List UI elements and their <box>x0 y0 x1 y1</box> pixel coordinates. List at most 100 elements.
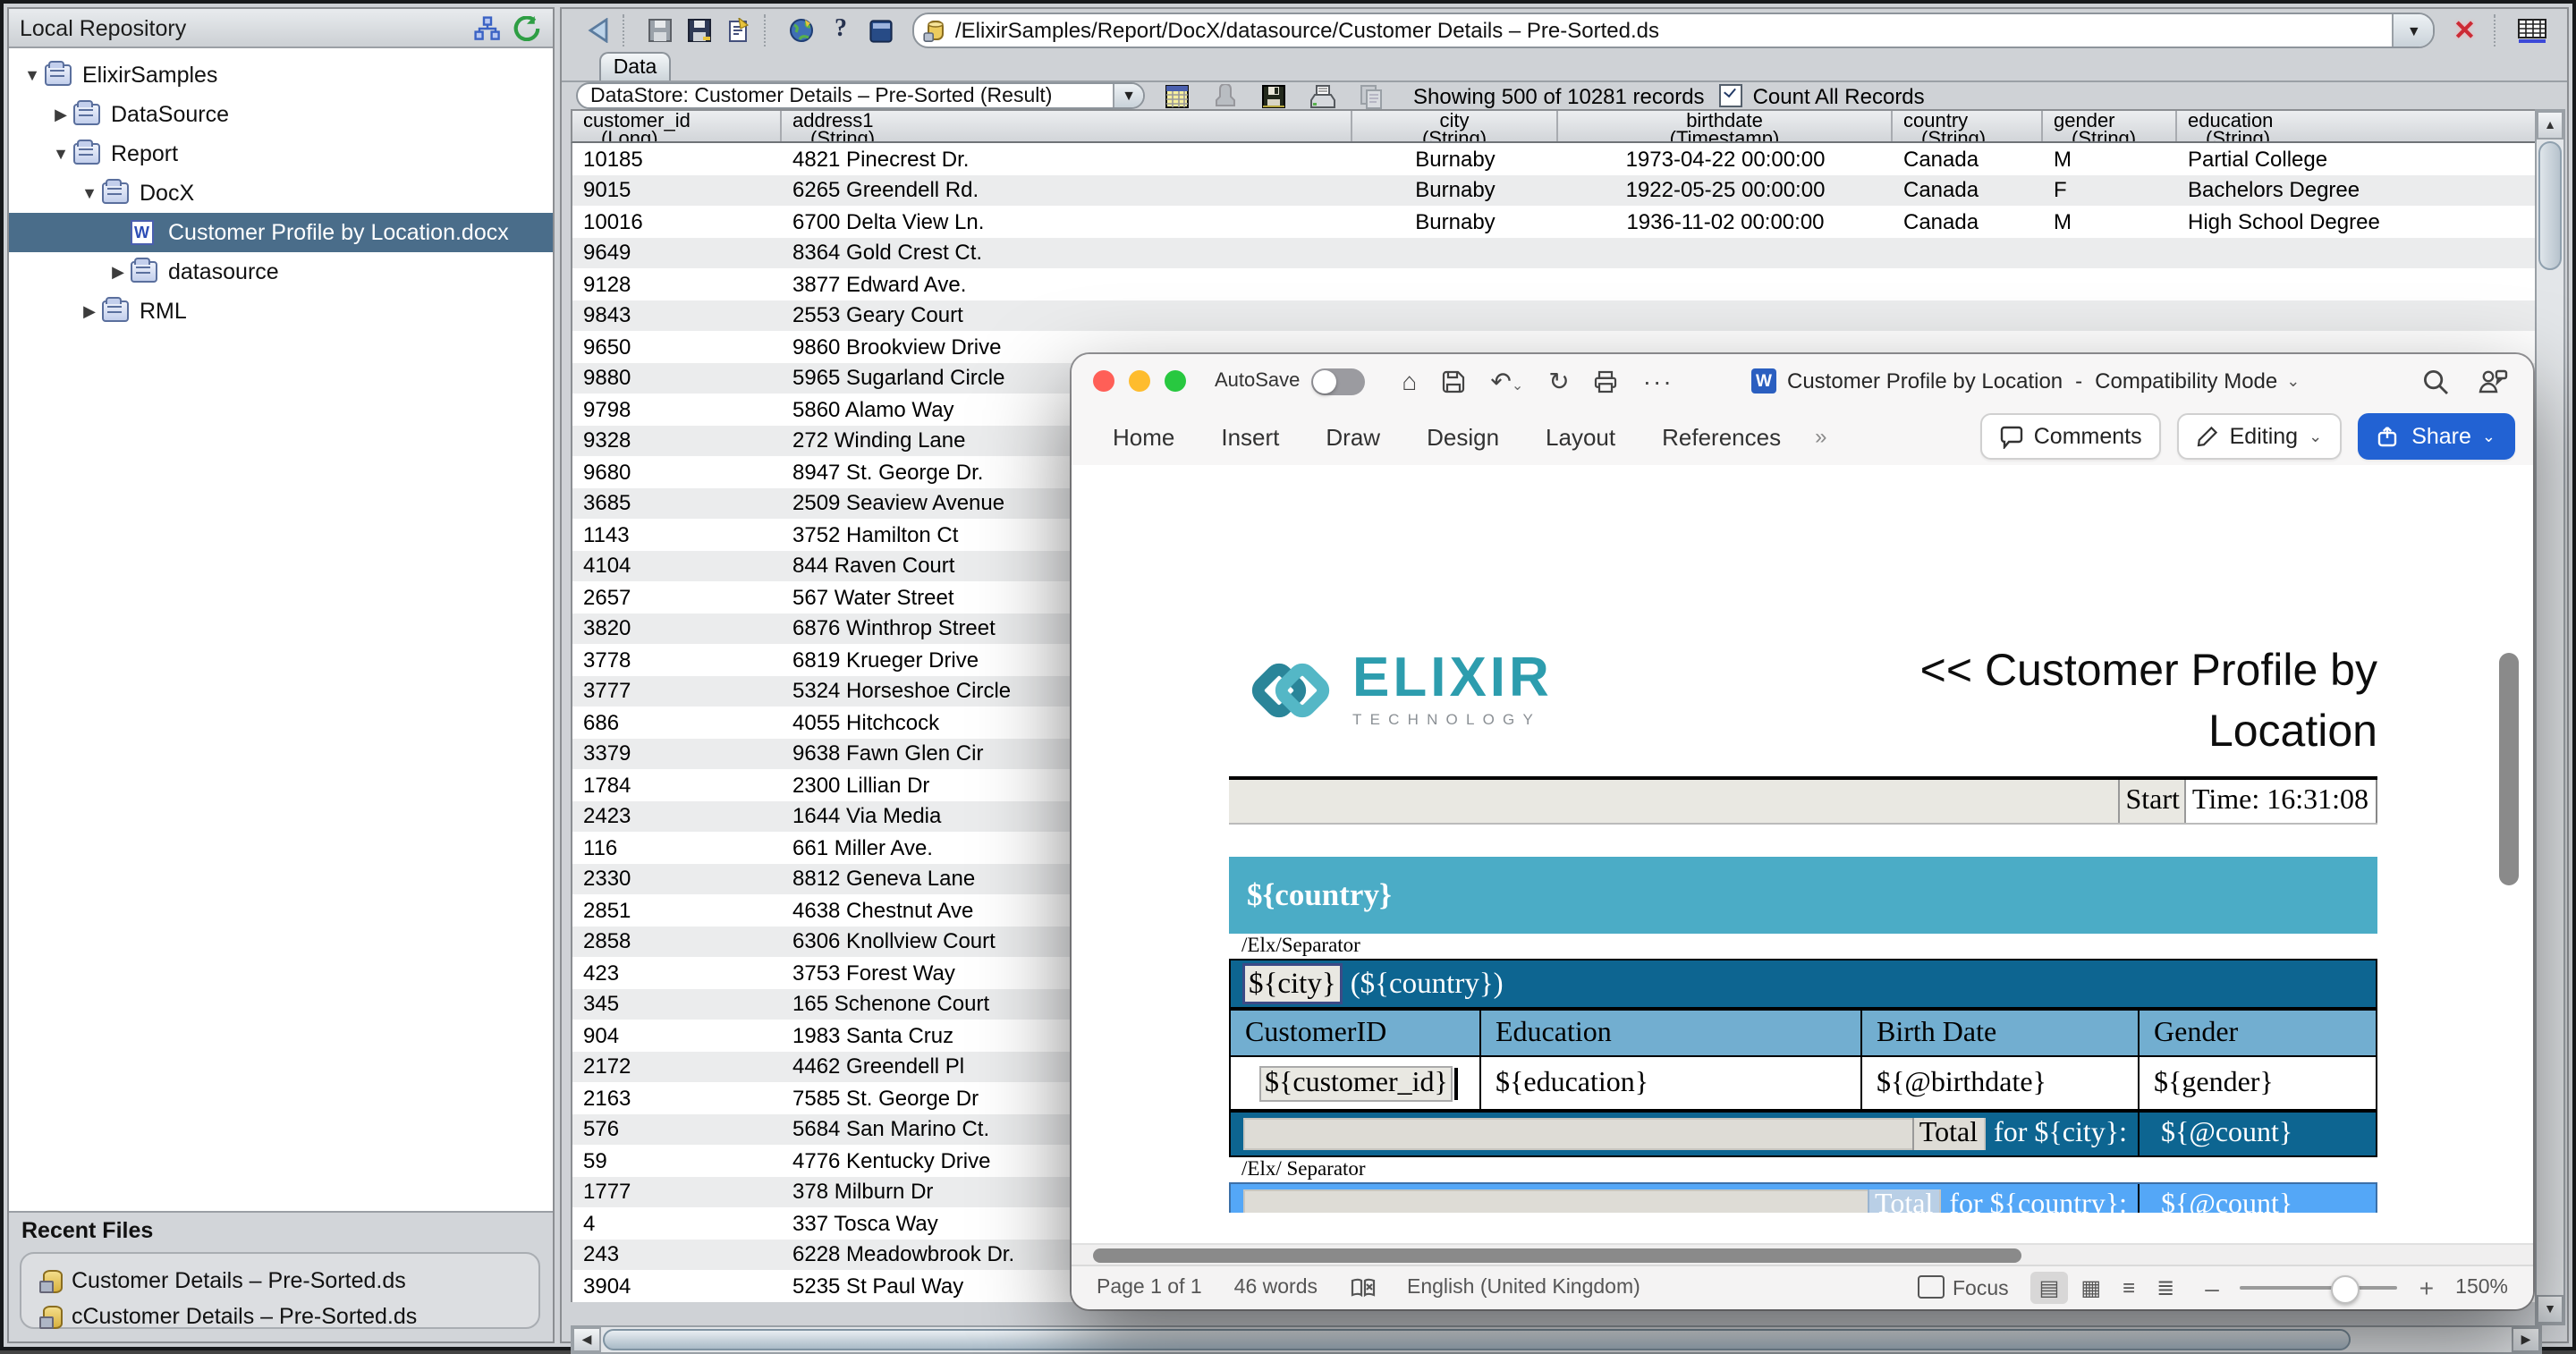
tree-item-rml[interactable]: ▶RML <box>9 292 553 331</box>
back-button[interactable] <box>580 14 615 47</box>
column-header-address1[interactable]: address1(String) <box>782 111 1352 141</box>
editing-mode-button[interactable]: Editing ⌄ <box>2178 413 2343 460</box>
schema-grid-icon[interactable] <box>1159 80 1195 112</box>
tree-item-customer-profile-by-location-docx[interactable]: Customer Profile by Location.docx <box>9 213 553 252</box>
title-chevron-icon[interactable]: ⌄ <box>2286 371 2300 391</box>
word-vertical-scroll-thumb[interactable] <box>2499 653 2519 885</box>
console-panel-button[interactable] <box>862 14 898 47</box>
help-button[interactable]: ? <box>823 14 859 47</box>
export-button[interactable] <box>721 14 757 47</box>
gender-field[interactable]: ${gender} <box>2140 1057 2376 1109</box>
expanded-arrow-icon[interactable]: ▼ <box>20 66 45 84</box>
datastore-dropdown-arrow[interactable]: ▼ <box>1113 84 1143 107</box>
print-icon[interactable] <box>1304 80 1340 112</box>
language-indicator[interactable]: English (United Kingdom) <box>1407 1277 1640 1299</box>
column-header-country[interactable]: country(String) <box>1893 111 2043 141</box>
zoom-slider-knob[interactable] <box>2332 1275 2360 1304</box>
zoom-slider[interactable] <box>2241 1286 2398 1290</box>
tree-item-report[interactable]: ▼Report <box>9 134 553 173</box>
tree-view-icon[interactable] <box>470 13 503 42</box>
save-button[interactable] <box>642 14 678 47</box>
datastore-combobox[interactable]: DataStore: Customer Details – Pre-Sorted… <box>576 82 1145 109</box>
undo-icon[interactable]: ↶⌄ <box>1490 368 1523 394</box>
draft-view-icon[interactable]: ≣ <box>2148 1272 2183 1304</box>
path-dropdown-arrow[interactable]: ▼ <box>2393 14 2434 47</box>
copy-records-icon[interactable] <box>1352 80 1388 112</box>
horizontal-scroll-thumb[interactable] <box>603 1329 2351 1350</box>
comments-button[interactable]: Comments <box>1980 413 2162 460</box>
word-horizontal-scrollbar[interactable] <box>1072 1243 2533 1266</box>
focus-button[interactable]: Focus <box>1917 1275 2009 1300</box>
expanded-arrow-icon[interactable]: ▼ <box>77 184 102 202</box>
column-header-birthdate[interactable]: birthdate(Timestamp) <box>1558 111 1893 141</box>
tree-item-datasource[interactable]: ▶DataSource <box>9 95 553 134</box>
tree-item-datasource[interactable]: ▶datasource <box>9 252 553 292</box>
zoom-out-icon[interactable]: – <box>2205 1274 2219 1302</box>
scroll-down-button[interactable]: ▼ <box>2537 1295 2563 1324</box>
expanded-arrow-icon[interactable]: ▼ <box>48 145 73 163</box>
tree-item-elixirsamples[interactable]: ▼ElixirSamples <box>9 55 553 95</box>
table-row[interactable]: 90156265 Greendell Rd.Burnaby1922-05-25 … <box>572 174 2540 206</box>
filter-icon[interactable] <box>1208 80 1243 112</box>
scroll-left-button[interactable]: ◀ <box>572 1327 601 1352</box>
share-button[interactable]: Share ⌄ <box>2358 413 2515 460</box>
education-field[interactable]: ${education} <box>1481 1057 1862 1109</box>
home-icon[interactable]: ⌂ <box>1402 368 1417 394</box>
minimize-window-button[interactable] <box>1129 370 1150 392</box>
zoom-in-icon[interactable]: + <box>2419 1274 2434 1302</box>
web-layout-view-icon[interactable]: ▦ <box>2072 1272 2110 1304</box>
recent-file-item[interactable]: cCustomer Details – Pre-Sorted.ds <box>39 1299 538 1334</box>
scroll-right-button[interactable]: ▶ <box>2512 1327 2540 1352</box>
collapsed-arrow-icon[interactable]: ▶ <box>77 301 102 321</box>
print-icon[interactable] <box>1595 369 1618 393</box>
tree-item-docx[interactable]: ▼DocX <box>9 173 553 213</box>
table-row[interactable]: 98432553 Geary Court <box>572 300 2540 331</box>
vertical-scroll-thumb[interactable] <box>2538 141 2562 270</box>
share-feedback-icon[interactable] <box>2478 368 2508 394</box>
path-combobox[interactable]: /ElixirSamples/Report/DocX/datasource/Cu… <box>912 13 2436 48</box>
redo-icon[interactable]: ↻ <box>1548 368 1569 394</box>
count-all-checkbox[interactable] <box>1719 84 1742 107</box>
more-commands-icon[interactable]: ··· <box>1643 368 1674 394</box>
globe-button[interactable] <box>784 14 819 47</box>
save-result-icon[interactable] <box>1256 80 1292 112</box>
collapsed-arrow-icon[interactable]: ▶ <box>106 262 131 282</box>
city-field[interactable]: ${city} <box>1245 966 1340 1002</box>
collapsed-arrow-icon[interactable]: ▶ <box>48 105 73 124</box>
column-header-gender[interactable]: gender(String) <box>2043 111 2177 141</box>
column-header-customer_id[interactable]: customer_id(Long) <box>572 111 782 141</box>
save-icon[interactable] <box>1442 369 1465 393</box>
outline-view-icon[interactable]: ≡ <box>2114 1272 2144 1304</box>
page-indicator[interactable]: Page 1 of 1 <box>1097 1277 1202 1299</box>
refresh-icon[interactable] <box>510 13 542 42</box>
table-row[interactable]: 101854821 Pinecrest Dr.Burnaby1973-04-22… <box>572 143 2540 174</box>
ribbon-tab-draw[interactable]: Draw <box>1326 423 1380 450</box>
ribbon-tab-layout[interactable]: Layout <box>1546 423 1615 450</box>
customer-id-field[interactable]: ${customer_id} <box>1231 1057 1481 1109</box>
ribbon-tab-references[interactable]: References <box>1662 423 1781 450</box>
table-row[interactable]: 100166700 Delta View Ln.Burnaby1936-11-0… <box>572 206 2540 237</box>
ribbon-tab-design[interactable]: Design <box>1427 423 1499 450</box>
grid-vertical-scrollbar[interactable]: ▲ ▼ <box>2535 109 2565 1325</box>
save-as-button[interactable] <box>682 14 717 47</box>
spellcheck-icon[interactable] <box>1350 1277 1375 1299</box>
close-datasource-icon[interactable]: ✕ <box>2453 14 2476 47</box>
zoom-level[interactable]: 150% <box>2455 1277 2508 1299</box>
search-icon[interactable] <box>2422 368 2449 394</box>
table-row[interactable]: 91283877 Edward Ave. <box>572 268 2540 300</box>
autosave-toggle[interactable] <box>1310 368 1364 394</box>
print-layout-view-icon[interactable]: ▤ <box>2030 1272 2069 1304</box>
column-header-city[interactable]: city(String) <box>1352 111 1558 141</box>
word-horizontal-scroll-thumb[interactable] <box>1093 1248 2021 1263</box>
zoom-window-button[interactable] <box>1165 370 1186 392</box>
more-tabs-icon[interactable]: » <box>1815 424 1823 449</box>
birthdate-field[interactable]: ${@birthdate} <box>1862 1057 2140 1109</box>
close-window-button[interactable] <box>1093 370 1114 392</box>
grid-view-icon[interactable] <box>2513 14 2549 47</box>
ribbon-tab-home[interactable]: Home <box>1113 423 1174 450</box>
ribbon-tab-insert[interactable]: Insert <box>1221 423 1279 450</box>
recent-file-item[interactable]: Customer Details – Pre-Sorted.ds <box>39 1263 538 1299</box>
tab-data[interactable]: Data <box>599 52 671 80</box>
grid-horizontal-scrollbar[interactable]: ◀ ▶ <box>571 1325 2542 1354</box>
table-row[interactable]: 96498364 Gold Crest Ct. <box>572 237 2540 268</box>
